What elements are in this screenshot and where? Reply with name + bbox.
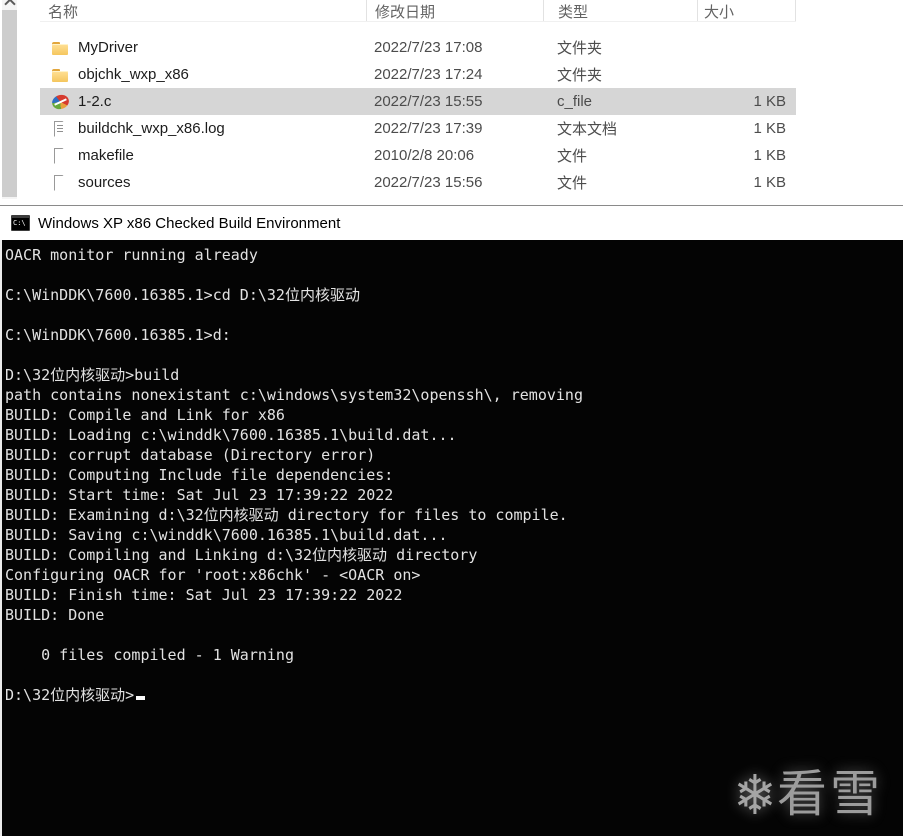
file-type: 文件 bbox=[557, 148, 588, 165]
terminal-titlebar[interactable]: Windows XP x86 Checked Build Environment bbox=[0, 206, 903, 240]
folder-icon bbox=[52, 40, 69, 56]
terminal-line: BUILD: Loading c:\winddk\7600.16385.1\bu… bbox=[5, 426, 457, 444]
file-type: c_file bbox=[557, 93, 593, 110]
file-name: MyDriver bbox=[78, 39, 138, 56]
file-date: 2022/7/23 17:39 bbox=[374, 120, 483, 137]
text-cursor bbox=[136, 696, 146, 700]
file-name: makefile bbox=[78, 147, 134, 164]
vertical-scrollbar[interactable] bbox=[2, 0, 17, 199]
terminal-prompt-line: D:\32位内核驱动> bbox=[5, 685, 903, 705]
file-row[interactable]: sources 2022/7/23 15:56 文件 1 KB bbox=[40, 169, 796, 196]
terminal-line: Configuring OACR for 'root:x86chk' - <OA… bbox=[5, 566, 421, 584]
file-type: 文件夹 bbox=[557, 67, 603, 84]
file-name: sources bbox=[78, 174, 131, 191]
file-type: 文本文档 bbox=[557, 121, 618, 138]
terminal-screen[interactable]: OACR monitor running already C:\WinDDK\7… bbox=[0, 240, 903, 836]
terminal-line: D:\32位内核驱动>build bbox=[5, 366, 180, 384]
file-row[interactable]: MyDriver 2022/7/23 17:08 文件夹 bbox=[40, 34, 796, 61]
file-size: 1 KB bbox=[753, 147, 786, 164]
generic-file-icon bbox=[52, 148, 69, 164]
file-date: 2022/7/23 17:24 bbox=[374, 66, 483, 83]
file-type: 文件夹 bbox=[557, 40, 603, 57]
terminal-line: BUILD: Finish time: Sat Jul 23 17:39:22 … bbox=[5, 586, 403, 604]
snowflake-icon: ❄ bbox=[736, 759, 773, 829]
terminal-line: BUILD: Examining d:\32位内核驱动 directory fo… bbox=[5, 506, 568, 524]
scrollbar-thumb[interactable] bbox=[2, 10, 17, 197]
terminal-line: path contains nonexistant c:\windows\sys… bbox=[5, 386, 583, 404]
file-row[interactable]: buildchk_wxp_x86.log 2022/7/23 17:39 文本文… bbox=[40, 115, 796, 142]
column-header-row: 名称 修改日期 类型 大小 bbox=[40, 0, 796, 22]
column-header-name[interactable]: 名称 bbox=[40, 0, 366, 21]
file-row-selected[interactable]: 1-2.c 2022/7/23 15:55 c_file 1 KB bbox=[40, 88, 796, 115]
scroll-up-icon[interactable] bbox=[2, 0, 17, 8]
file-size: 1 KB bbox=[753, 93, 786, 110]
c-source-icon bbox=[52, 94, 69, 110]
file-rows: MyDriver 2022/7/23 17:08 文件夹 objchk_wxp_… bbox=[40, 34, 796, 196]
file-date: 2022/7/23 15:56 bbox=[374, 174, 483, 191]
watermark-text: 看雪 bbox=[777, 765, 883, 823]
cmd-icon[interactable] bbox=[11, 215, 30, 231]
terminal-line: C:\WinDDK\7600.16385.1>d: bbox=[5, 326, 231, 344]
terminal-window: Windows XP x86 Checked Build Environment… bbox=[0, 205, 903, 836]
folder-icon bbox=[52, 67, 69, 83]
file-date: 2022/7/23 15:55 bbox=[374, 93, 483, 110]
generic-file-icon bbox=[52, 175, 69, 191]
terminal-line: BUILD: Done bbox=[5, 606, 105, 624]
file-date: 2010/2/8 20:06 bbox=[374, 147, 475, 164]
file-row[interactable]: objchk_wxp_x86 2022/7/23 17:24 文件夹 bbox=[40, 61, 796, 88]
terminal-line: BUILD: Start time: Sat Jul 23 17:39:22 2… bbox=[5, 486, 394, 504]
terminal-prompt: D:\32位内核驱动> bbox=[5, 686, 135, 704]
terminal-line: BUILD: Computing Include file dependenci… bbox=[5, 466, 394, 484]
terminal-line: BUILD: Compile and Link for x86 bbox=[5, 406, 285, 424]
file-name: objchk_wxp_x86 bbox=[78, 66, 189, 83]
file-list: 名称 修改日期 类型 大小 MyDriver 2022/7/23 17:08 文… bbox=[40, 0, 796, 196]
terminal-line: OACR monitor running already bbox=[5, 246, 258, 264]
window-title: Windows XP x86 Checked Build Environment bbox=[38, 214, 341, 232]
text-document-icon bbox=[52, 121, 69, 137]
terminal-line: BUILD: corrupt database (Directory error… bbox=[5, 446, 376, 464]
column-header-type[interactable]: 类型 bbox=[543, 0, 697, 21]
file-explorer-pane: 名称 修改日期 类型 大小 MyDriver 2022/7/23 17:08 文… bbox=[0, 0, 903, 205]
terminal-line: C:\WinDDK\7600.16385.1>cd D:\32位内核驱动 bbox=[5, 286, 360, 304]
column-header-size[interactable]: 大小 bbox=[697, 0, 796, 21]
file-name: buildchk_wxp_x86.log bbox=[78, 120, 225, 137]
file-row[interactable]: makefile 2010/2/8 20:06 文件 1 KB bbox=[40, 142, 796, 169]
file-date: 2022/7/23 17:08 bbox=[374, 39, 483, 56]
file-size: 1 KB bbox=[753, 120, 786, 137]
terminal-line: 0 files compiled - 1 Warning bbox=[5, 646, 294, 664]
file-size: 1 KB bbox=[753, 174, 786, 191]
file-type: 文件 bbox=[557, 175, 588, 192]
column-header-date[interactable]: 修改日期 bbox=[366, 0, 543, 21]
terminal-line: BUILD: Compiling and Linking d:\32位内核驱动 … bbox=[5, 546, 478, 564]
kanxue-watermark: ❄ 看雪 bbox=[737, 764, 883, 824]
terminal-line: BUILD: Saving c:\winddk\7600.16385.1\bui… bbox=[5, 526, 448, 544]
file-name: 1-2.c bbox=[78, 93, 112, 110]
